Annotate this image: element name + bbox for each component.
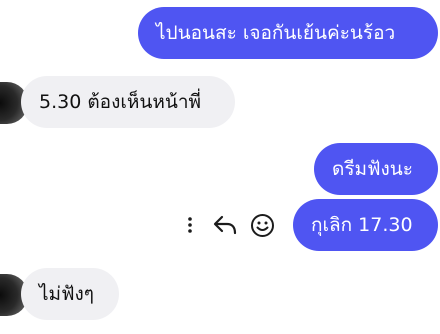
reply-arrow-icon[interactable]	[212, 213, 238, 237]
message-bubble-outgoing[interactable]: ไปนอนสะ เจอกันเย้นค่ะนร้อว	[138, 7, 438, 59]
message-text: ดรีมฟังนะ	[332, 158, 413, 180]
smiley-face-icon[interactable]	[250, 213, 275, 238]
message-bubble-outgoing[interactable]: ดรีมฟังนะ	[314, 143, 438, 195]
message-text: กุเลิก 17.30	[311, 214, 413, 236]
message-bubble-incoming[interactable]: 5.30 ต้องเห็นหน้าพี่	[21, 76, 235, 128]
message-bubble-outgoing[interactable]: กุเลิก 17.30	[293, 199, 438, 251]
more-vertical-icon[interactable]	[183, 215, 197, 235]
message-text: 5.30 ต้องเห็นหน้าพี่	[39, 91, 202, 113]
message-text: ไปนอนสะ เจอกันเย้นค่ะนร้อว	[156, 22, 396, 44]
message-text: ไม่ฟังๆ	[39, 283, 95, 305]
message-bubble-incoming[interactable]: ไม่ฟังๆ	[21, 268, 119, 320]
